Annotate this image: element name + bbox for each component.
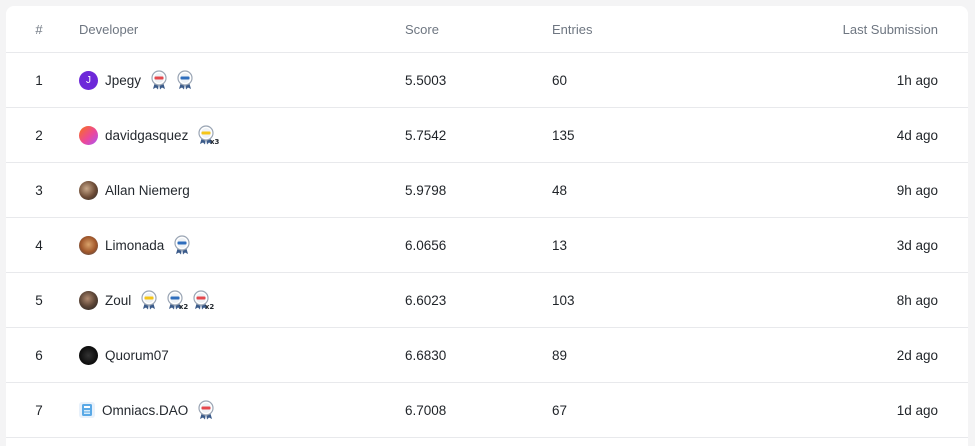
column-header-rank[interactable]: # [6,22,72,37]
avatar[interactable] [79,402,95,418]
entries-cell: 103 [552,292,575,308]
entries-cell: 13 [552,237,568,253]
entries-cell: 48 [552,182,568,198]
avatar[interactable]: J [79,70,98,90]
last-submission-cell: 1h ago [896,72,938,88]
column-header-score[interactable]: Score [405,22,439,37]
table-row[interactable]: 4 Limonada 6.0656 13 3d ago [6,218,968,273]
table-row[interactable]: 6 Quorum07 6.6830 89 2d ago [6,328,968,383]
medal-red-icon[interactable]: x2 [192,290,214,311]
avatar[interactable] [79,125,98,145]
badge-multiplier: x2 [204,303,215,311]
rank-cell: 6 [35,347,43,363]
developer-cell: Zoul x2 x2 [79,290,214,311]
table-row[interactable]: 5 Zoul x2 x2 6.6023 103 8h ago [6,273,968,328]
badge-group [150,70,194,90]
developer-name[interactable]: davidgasquez [105,128,188,143]
badge-group [173,235,191,255]
developer-cell: Allan Niemerg [79,180,190,200]
rank-cell: 7 [35,402,43,418]
entries-cell: 135 [552,127,575,143]
developer-name[interactable]: Jpegy [105,73,141,88]
medal-blue-icon[interactable] [173,235,191,255]
badge-group: x2 x2 [140,290,214,311]
last-submission-cell: 2d ago [896,347,938,363]
avatar[interactable] [79,345,98,365]
developer-cell: J Jpegy [79,70,194,90]
table-row[interactable]: 7 Omniacs.DAO 6.7008 67 1d ago [6,383,968,438]
table-row[interactable]: 1 J Jpegy 5.5003 60 1h ago [6,53,968,108]
developer-name[interactable]: Allan Niemerg [105,183,190,198]
developer-name[interactable]: Zoul [105,293,131,308]
badge-group [197,400,215,420]
entries-cell: 67 [552,402,568,418]
score-cell: 6.6023 [405,292,447,308]
medal-blue-icon[interactable]: x2 [166,290,188,311]
developer-name[interactable]: Omniacs.DAO [102,403,188,418]
medal-red-icon[interactable] [150,70,168,90]
score-cell: 6.0656 [405,237,447,253]
leaderboard-table: # Developer Score Entries Last Submissio… [6,6,968,446]
entries-cell: 60 [552,72,568,88]
score-cell: 6.6830 [405,347,447,363]
medal-gold-icon[interactable] [140,290,158,310]
table-row[interactable]: 2 davidgasquez x3 5.7542 135 4d ago [6,108,968,163]
avatar[interactable] [79,235,98,255]
last-submission-cell: 1d ago [896,402,938,418]
score-cell: 5.7542 [405,127,447,143]
rank-cell: 2 [35,127,43,143]
developer-name[interactable]: Quorum07 [105,348,169,363]
last-submission-cell: 9h ago [896,182,938,198]
table-row[interactable]: 3 Allan Niemerg 5.9798 48 9h ago [6,163,968,218]
rank-cell: 4 [35,237,43,253]
column-header-entries[interactable]: Entries [552,22,592,37]
last-submission-cell: 3d ago [896,237,938,253]
avatar[interactable] [79,290,98,310]
column-header-developer[interactable]: Developer [79,22,138,37]
developer-cell: davidgasquez x3 [79,125,219,146]
badge-multiplier: x2 [178,303,189,311]
table-header: # Developer Score Entries Last Submissio… [6,6,968,53]
last-submission-cell: 8h ago [896,292,938,308]
score-cell: 5.9798 [405,182,447,198]
last-submission-cell: 4d ago [896,127,938,143]
rank-cell: 5 [35,292,43,308]
developer-cell: Quorum07 [79,345,169,365]
avatar[interactable] [79,180,98,200]
medal-gold-icon[interactable]: x3 [197,125,219,146]
developer-cell: Omniacs.DAO [79,400,215,420]
entries-cell: 89 [552,347,568,363]
column-header-last-submission[interactable]: Last Submission [843,22,938,37]
score-cell: 6.7008 [405,402,447,418]
rank-cell: 3 [35,182,43,198]
developer-cell: Limonada [79,235,191,255]
medal-red-icon[interactable] [197,400,215,420]
badge-multiplier: x3 [209,138,220,146]
badge-group: x3 [197,125,219,146]
developer-name[interactable]: Limonada [105,238,164,253]
rank-cell: 1 [35,72,43,88]
medal-blue-icon[interactable] [176,70,194,90]
score-cell: 5.5003 [405,72,447,88]
